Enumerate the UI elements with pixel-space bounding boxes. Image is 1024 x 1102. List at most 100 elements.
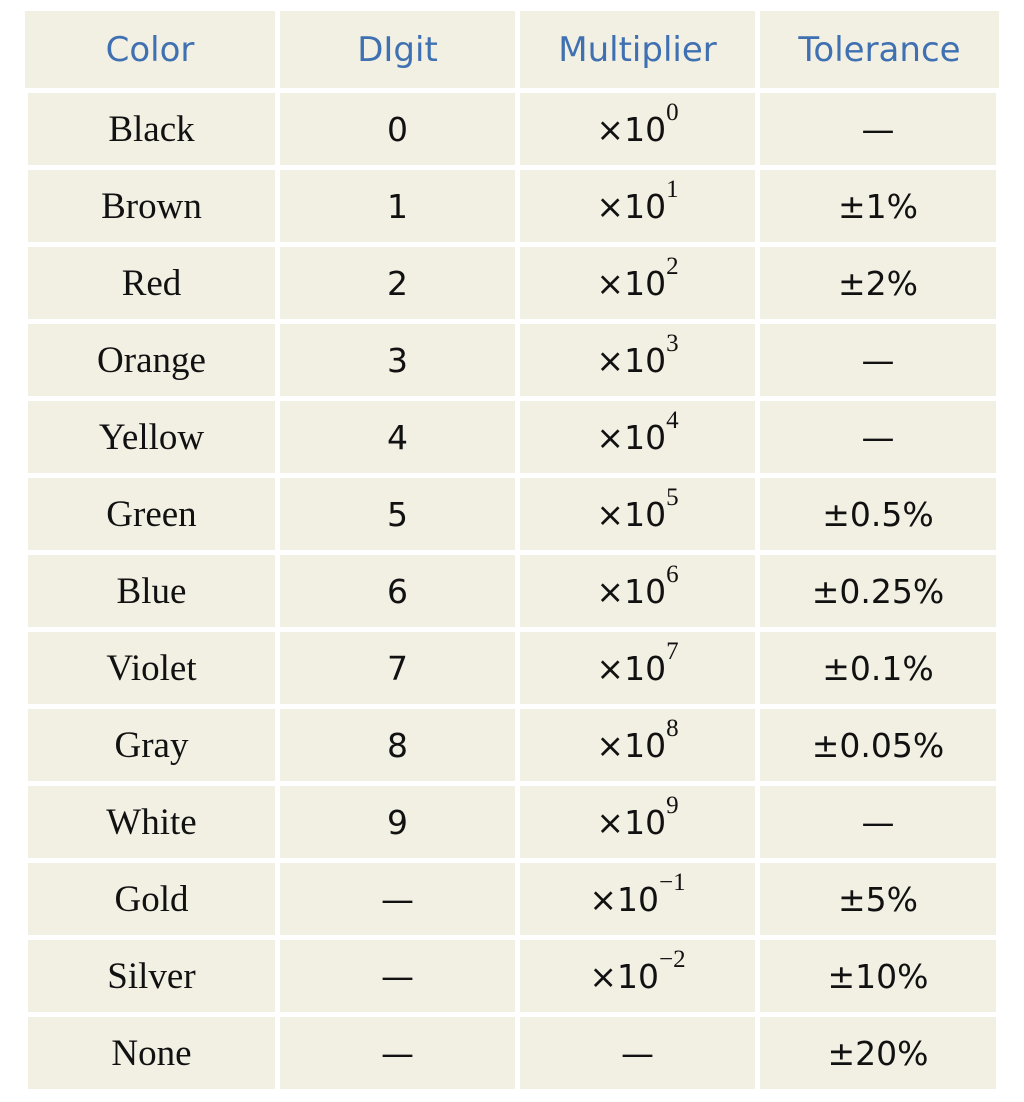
color-name-cell: Silver [28, 940, 275, 1012]
multiplier-value: ×10 8 [596, 716, 678, 766]
multiplier-cell: ×10 −2 [520, 940, 755, 1012]
multiplier-exponent: 0 [666, 99, 679, 127]
multiplier-base: ×10 [589, 957, 660, 997]
table-row: Green 5 ×10 5 ±0.5% [25, 478, 999, 550]
color-name-cell: Green [28, 478, 275, 550]
color-name: Gray [114, 724, 189, 766]
table-row: Black 0 ×10 0— [25, 93, 999, 165]
multiplier-base: ×10 [596, 110, 667, 150]
header-tolerance: Tolerance [760, 11, 999, 88]
multiplier-cell: ×10 0 [520, 93, 755, 165]
tolerance-cell: ±0.5% [760, 478, 996, 550]
digit-cell: 5 [280, 478, 515, 550]
multiplier-value: ×10 4 [596, 408, 678, 458]
tolerance-value: — [861, 802, 895, 842]
digit-cell: 8 [280, 709, 515, 781]
tolerance-cell: ±0.25% [760, 555, 996, 627]
tolerance-cell: — [760, 324, 996, 396]
color-name: Black [108, 108, 195, 150]
header-row: Color DIgit Multiplier Tolerance [25, 11, 1002, 88]
digit-value: — [381, 1033, 414, 1073]
table-row: White 9 ×10 9— [25, 786, 999, 858]
digit-cell: 1 [280, 170, 515, 242]
multiplier-value: ×10 5 [596, 485, 678, 535]
tolerance-value: ±2% [837, 263, 918, 303]
color-name-cell: Red [28, 247, 275, 319]
color-name-cell: Blue [28, 555, 275, 627]
multiplier-exponent: −1 [659, 869, 686, 897]
tolerance-cell: ±1% [760, 170, 996, 242]
multiplier-value: ×10 0 [596, 100, 678, 150]
digit-cell: 2 [280, 247, 515, 319]
tolerance-value: — [861, 340, 895, 380]
table-row: Blue 6 ×10 6 ±0.25% [25, 555, 999, 627]
tolerance-cell: ±0.1% [760, 632, 996, 704]
color-name: Brown [101, 185, 202, 227]
color-name: Red [121, 262, 182, 304]
multiplier-cell: ×10 6 [520, 555, 755, 627]
multiplier-cell: ×10 5 [520, 478, 755, 550]
tolerance-cell: — [760, 93, 996, 165]
multiplier-cell: ×10 7 [520, 632, 755, 704]
color-name: Blue [116, 570, 187, 612]
tolerance-value: ±0.5% [822, 494, 934, 534]
multiplier-base: ×10 [596, 341, 667, 381]
color-name: None [111, 1032, 192, 1074]
table-body: Black 0 ×10 0— Brown 1 ×10 1 ±1% Red 2 ×10 2 ±2% Orang… [25, 93, 1002, 1089]
digit-value: 6 [387, 571, 408, 611]
multiplier-exponent: −2 [659, 946, 686, 974]
color-name-cell: Gray [28, 709, 275, 781]
multiplier-value: ×10 2 [596, 254, 678, 304]
multiplier-value: ×10 7 [596, 639, 678, 689]
color-name: Gold [114, 878, 189, 920]
digit-value: 2 [387, 263, 408, 303]
multiplier-value: ×10 −1 [589, 870, 685, 920]
tolerance-cell: ±5% [760, 863, 996, 935]
table-row: Brown 1 ×10 1 ±1% [25, 170, 999, 242]
tolerance-value: ±0.25% [811, 571, 945, 611]
header-digit: DIgit [280, 11, 515, 88]
color-name-cell: Yellow [28, 401, 275, 473]
digit-value: — [381, 956, 414, 996]
multiplier-base: ×10 [596, 264, 667, 304]
header-multiplier: Multiplier [520, 11, 755, 88]
multiplier-cell: ×10 −1 [520, 863, 755, 935]
tolerance-cell: ±10% [760, 940, 996, 1012]
color-name: Yellow [98, 416, 205, 458]
digit-value: 4 [387, 417, 408, 457]
multiplier-exponent: 4 [666, 407, 679, 435]
digit-cell: 0 [280, 93, 515, 165]
multiplier-exponent: 8 [666, 715, 679, 743]
color-name-cell: None [28, 1017, 275, 1089]
tolerance-cell: — [760, 401, 996, 473]
tolerance-cell: ±2% [760, 247, 996, 319]
color-name: Violet [106, 647, 197, 689]
multiplier-exponent: 3 [666, 330, 679, 358]
multiplier-value: ×10 9 [596, 793, 678, 843]
multiplier-base: ×10 [596, 572, 667, 612]
multiplier-value: ×10 6 [596, 562, 678, 612]
multiplier-exponent: 2 [666, 253, 679, 281]
digit-cell: — [280, 1017, 515, 1089]
table-row: Gold — ×10 −1 ±5% [25, 863, 999, 935]
color-name-cell: Violet [28, 632, 275, 704]
tolerance-cell: ±20% [760, 1017, 996, 1089]
tolerance-cell: ±0.05% [760, 709, 996, 781]
multiplier-base: ×10 [596, 649, 667, 689]
multiplier-exponent: 1 [666, 176, 679, 204]
multiplier-base: ×10 [596, 418, 667, 458]
digit-value: 3 [387, 340, 408, 380]
multiplier-cell: ×10 3 [520, 324, 755, 396]
multiplier-base: ×10 [596, 803, 667, 843]
tolerance-cell: — [760, 786, 996, 858]
multiplier-value: ×10 3 [596, 331, 678, 381]
table-row: Orange 3 ×10 3— [25, 324, 999, 396]
tolerance-value: ±0.05% [811, 725, 945, 765]
tolerance-value: ±1% [837, 186, 918, 226]
multiplier-base: — [621, 1034, 654, 1074]
multiplier-exponent: 6 [666, 561, 679, 589]
digit-cell: — [280, 863, 515, 935]
tolerance-value: ±20% [827, 1033, 929, 1073]
table-row: None — — ±20% [25, 1017, 999, 1089]
table-row: Gray 8 ×10 8 ±0.05% [25, 709, 999, 781]
